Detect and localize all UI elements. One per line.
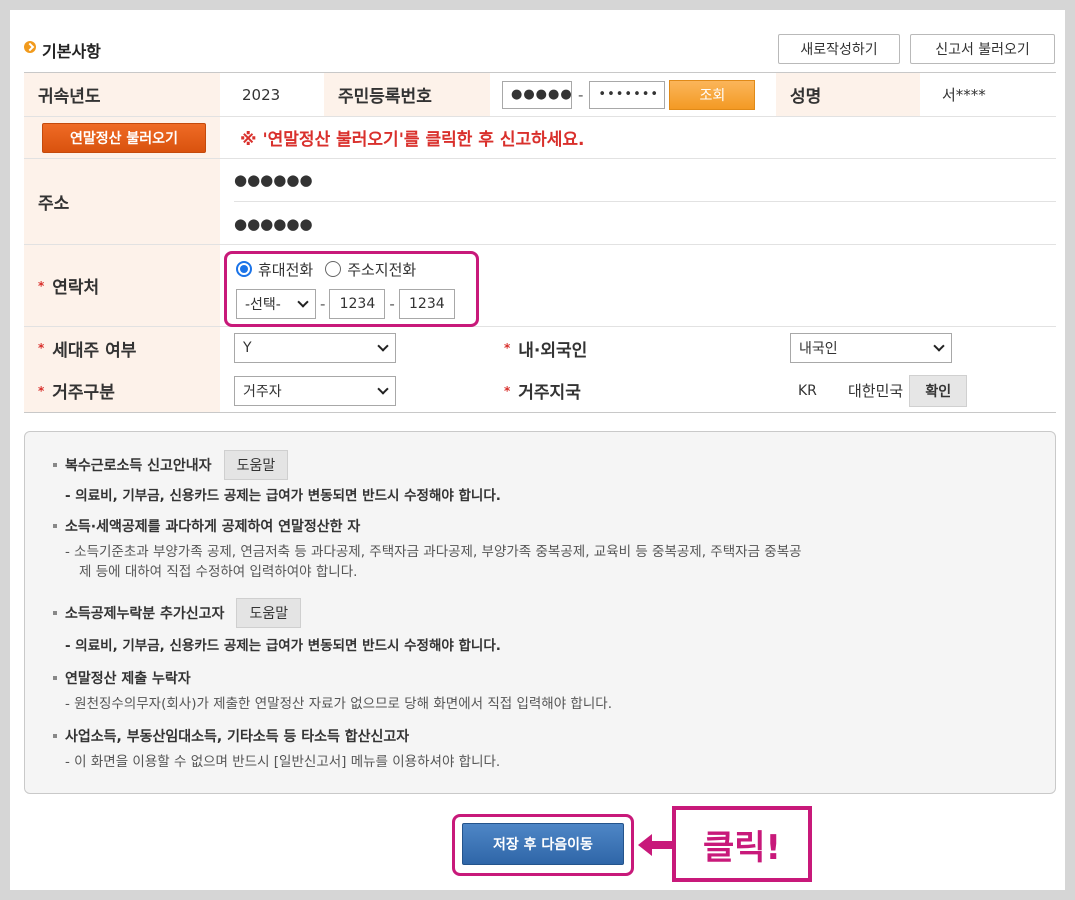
nationality-label: 내·외국인 xyxy=(518,340,588,361)
name-label: 성명 xyxy=(776,73,920,116)
residence-country-label-cell: * 거주지국 xyxy=(490,369,780,412)
country-name: 대한민국 xyxy=(848,382,904,400)
notice-item: 소득공제누락분 추가신고자 도움말 xyxy=(53,598,302,628)
table-row: * 연락처 휴대전화 주소지전화 -선택- - 1234 - 1234 xyxy=(24,245,1056,327)
contact-highlight xyxy=(224,251,479,327)
chevron-down-icon xyxy=(377,382,389,395)
ssn-label: 주민등록번호 xyxy=(324,73,490,116)
required-mark: * xyxy=(38,341,45,355)
table-row: 귀속년도 2023 주민등록번호 ●●●●● - ••••••• 조회 성명 서… xyxy=(24,73,1056,117)
nationality-label-cell: * 내·외국인 xyxy=(490,327,780,369)
notice-item-desc: - 의료비, 기부금, 신용카드 공제는 급여가 변동되면 반드시 수정해야 합… xyxy=(65,488,501,504)
table-row: * 세대주 여부 Y * 내·외국인 내국인 xyxy=(24,327,1056,369)
notice-item-title: 사업소득, 부동산임대소득, 기타소득 등 타소득 합산신고자 xyxy=(65,729,410,745)
bullet-icon xyxy=(53,734,57,738)
residence-cell: 거주자 xyxy=(234,369,434,412)
new-write-button[interactable]: 새로작성하기 xyxy=(778,34,900,64)
householder-cell: Y xyxy=(234,327,434,369)
basic-info-table: 귀속년도 2023 주민등록번호 ●●●●● - ••••••• 조회 성명 서… xyxy=(24,72,1056,413)
nationality-select[interactable]: 내국인 xyxy=(790,333,952,363)
notice-item: 사업소득, 부동산임대소득, 기타소득 등 타소득 합산신고자 xyxy=(53,726,409,746)
ssn-second-input[interactable]: ••••••• xyxy=(589,80,666,109)
bullet-icon xyxy=(53,463,57,467)
warning-text: ※ '연말정산 불러오기'를 클릭한 후 신고하세요. xyxy=(240,130,585,150)
notice-item: 소득·세액공제를 과다하게 공제하여 연말정산한 자 xyxy=(53,516,360,536)
warning-cell: ※ '연말정산 불러오기'를 클릭한 후 신고하세요. xyxy=(240,117,1040,158)
nationality-value: 내국인 xyxy=(799,341,838,357)
notice-item-desc: - 의료비, 기부금, 신용카드 공제는 급여가 변동되면 반드시 수정해야 합… xyxy=(65,638,501,654)
nationality-cell: 내국인 xyxy=(790,327,990,369)
country-code: KR xyxy=(798,382,817,399)
residence-value: 거주자 xyxy=(243,383,282,400)
lookup-button[interactable]: 조회 xyxy=(669,79,756,110)
year-value: 2023 xyxy=(242,85,281,104)
address-line1: ●●●●●● xyxy=(234,159,1056,202)
residence-label: 거주구분 xyxy=(52,383,115,403)
country-cell: KR 대한민국 확인 xyxy=(798,369,1048,412)
householder-value: Y xyxy=(243,340,252,356)
residence-select[interactable]: 거주자 xyxy=(234,375,396,406)
bullet-icon xyxy=(53,524,57,528)
notice-item-desc: - 원천징수의무자(회사)가 제출한 연말정산 자료가 없으므로 당해 화면에서… xyxy=(65,696,612,712)
table-row: * 거주구분 거주자 * 거주지국 KR 대한민국 확인 xyxy=(24,369,1056,413)
help-button[interactable]: 도움말 xyxy=(223,450,289,480)
required-mark: * xyxy=(38,383,45,398)
householder-select[interactable]: Y xyxy=(234,333,396,363)
main-frame: 기본사항 새로작성하기 신고서 불러오기 귀속년도 2023 주민등록번호 ●●… xyxy=(10,10,1065,890)
ssn-dash: - xyxy=(578,85,584,104)
click-callout: 클릭! xyxy=(672,806,812,882)
residence-country-label: 거주지국 xyxy=(518,383,581,403)
notice-item-title: 소득·세액공제를 과다하게 공제하여 연말정산한 자 xyxy=(65,519,361,535)
table-row: 연말정산 불러오기 ※ '연말정산 불러오기'를 클릭한 후 신고하세요. xyxy=(24,117,1056,159)
notice-item-title: 소득공제누락분 추가신고자 xyxy=(65,606,225,622)
notice-item-desc: - 소득기준초과 부양가족 공제, 연금저축 등 과다공제, 주택자금 과다공제… xyxy=(65,544,802,560)
notice-item-title: 연말정산 제출 누락자 xyxy=(65,671,191,687)
chevron-down-icon xyxy=(377,340,389,352)
bullet-icon xyxy=(53,676,57,680)
year-end-cell: 연말정산 불러오기 xyxy=(24,117,220,158)
residence-label-cell: * 거주구분 xyxy=(24,369,220,412)
required-mark: * xyxy=(504,341,511,355)
notice-item: 복수근로소득 신고안내자 도움말 xyxy=(53,450,289,480)
table-row: 주소 ●●●●●● ●●●●●● xyxy=(24,159,1056,245)
ssn-group: ●●●●● - ••••••• 조회 xyxy=(502,73,782,116)
chevron-down-icon xyxy=(933,340,945,352)
year-end-load-button[interactable]: 연말정산 불러오기 xyxy=(42,122,206,153)
bullet-icon xyxy=(53,611,57,615)
required-mark: * xyxy=(38,278,45,293)
notice-item-desc: - 이 화면을 이용할 수 없으며 반드시 [일반신고서] 메뉴를 이용하셔야 … xyxy=(65,754,501,770)
contact-label-cell: * 연락처 xyxy=(24,245,220,326)
help-button[interactable]: 도움말 xyxy=(236,598,302,628)
address-line2: ●●●●●● xyxy=(234,214,313,233)
notice-item: 연말정산 제출 누락자 xyxy=(53,668,191,688)
section-header: 기본사항 xyxy=(24,38,101,62)
save-next-button[interactable]: 저장 후 다음이동 xyxy=(462,823,624,865)
required-mark: * xyxy=(504,383,511,398)
year-label: 귀속년도 xyxy=(24,73,220,116)
name-value: 서**** xyxy=(942,86,986,104)
contact-label: 연락처 xyxy=(52,278,100,298)
notice-item-title: 복수근로소득 신고안내자 xyxy=(65,458,212,474)
confirm-button[interactable]: 확인 xyxy=(909,374,968,407)
bullet-icon xyxy=(24,41,36,53)
notice-item-desc: 제 등에 대하여 직접 수정하여 입력하여야 합니다. xyxy=(79,564,358,580)
load-report-button[interactable]: 신고서 불러오기 xyxy=(910,34,1055,64)
section-title: 기본사항 xyxy=(42,42,101,61)
address-label: 주소 xyxy=(24,159,220,244)
householder-label-cell: * 세대주 여부 xyxy=(24,327,220,369)
notice-box: 복수근로소득 신고안내자 도움말 - 의료비, 기부금, 신용카드 공제는 급여… xyxy=(24,431,1056,794)
householder-label: 세대주 여부 xyxy=(52,340,137,361)
ssn-first-input[interactable]: ●●●●● xyxy=(502,80,572,109)
